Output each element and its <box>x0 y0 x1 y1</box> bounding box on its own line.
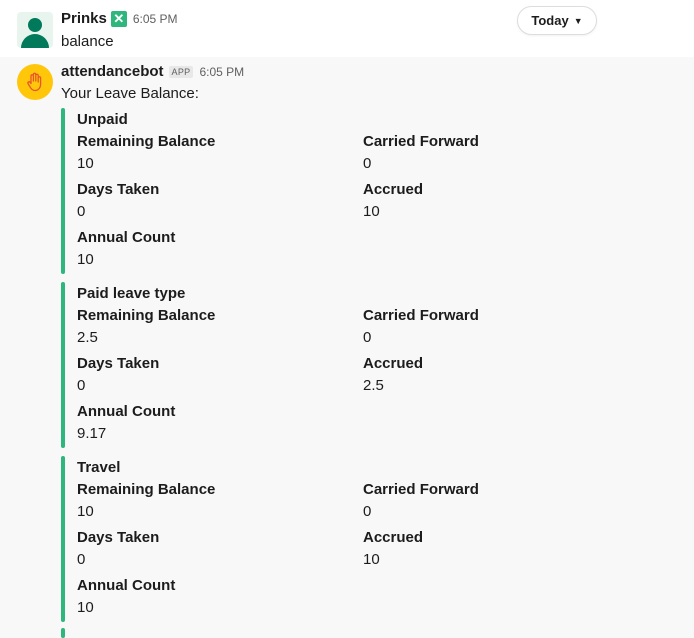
carried-forward-label: Carried Forward <box>363 133 479 150</box>
date-label: Today <box>531 13 569 28</box>
remaining-balance-value: 10 <box>77 155 94 172</box>
carried-forward-label: Carried Forward <box>363 307 479 324</box>
leave-block-paid: Paid leave type Remaining Balance 2.5 Ca… <box>61 282 661 448</box>
user-avatar[interactable] <box>17 12 53 48</box>
accrued-label: Accrued <box>363 355 424 372</box>
sender-name[interactable]: Prinks <box>61 10 107 27</box>
attachment-bar <box>61 456 65 622</box>
accrued-value: 10 <box>363 551 380 568</box>
accrued-value: 10 <box>363 203 380 220</box>
accrued-label: Accrued <box>363 529 424 546</box>
carried-forward-value: 0 <box>363 155 372 172</box>
days-taken-value: 0 <box>77 203 86 220</box>
remaining-balance-value: 2.5 <box>77 329 98 346</box>
carried-forward-label: Carried Forward <box>363 481 479 498</box>
accrued-value: 2.5 <box>363 377 384 394</box>
message-timestamp[interactable]: 6:05 PM <box>133 12 178 26</box>
leave-type-title: Unpaid <box>77 111 128 128</box>
date-divider-button[interactable]: Today ▼ <box>517 6 597 35</box>
accrued-label: Accrued <box>363 181 424 198</box>
remaining-balance-label: Remaining Balance <box>77 133 216 150</box>
annual-count-value: 9.17 <box>77 425 107 442</box>
days-taken-label: Days Taken <box>77 529 160 546</box>
leave-type-title: Paid leave type <box>77 285 186 302</box>
days-taken-label: Days Taken <box>77 181 160 198</box>
remaining-balance-label: Remaining Balance <box>77 481 216 498</box>
annual-count-value: 10 <box>77 251 94 268</box>
user-message-header: Prinks ✕ 6:05 PM <box>61 10 178 27</box>
chevron-down-icon: ▼ <box>573 15 583 26</box>
days-taken-value: 0 <box>77 377 86 394</box>
verified-check-icon: ✕ <box>110 10 127 27</box>
leave-type-title: Travel <box>77 459 121 476</box>
app-badge: APP <box>168 65 194 78</box>
raised-hand-icon <box>27 72 42 92</box>
leave-block-unpaid: Unpaid Remaining Balance 10 Carried Forw… <box>61 108 661 274</box>
leave-block-travel: Travel Remaining Balance 10 Carried Forw… <box>61 456 661 622</box>
bot-name[interactable]: attendancebot <box>61 63 164 80</box>
carried-forward-value: 0 <box>363 329 372 346</box>
remaining-balance-label: Remaining Balance <box>77 307 216 324</box>
annual-count-value: 10 <box>77 599 94 616</box>
carried-forward-value: 0 <box>363 503 372 520</box>
user-message-text: balance <box>61 33 114 50</box>
attachment-bar <box>61 108 65 274</box>
bot-intro-text: Your Leave Balance: <box>61 85 199 102</box>
annual-count-label: Annual Count <box>77 577 176 594</box>
bot-avatar[interactable] <box>17 64 53 100</box>
attachment-bar <box>61 282 65 448</box>
days-taken-label: Days Taken <box>77 355 160 372</box>
bot-message-timestamp[interactable]: 6:05 PM <box>199 65 244 79</box>
annual-count-label: Annual Count <box>77 403 176 420</box>
annual-count-label: Annual Count <box>77 229 176 246</box>
days-taken-value: 0 <box>77 551 86 568</box>
user-message: Prinks ✕ 6:05 PM balance Today ▼ <box>0 0 694 57</box>
attachment-bar-next <box>61 628 65 638</box>
remaining-balance-value: 10 <box>77 503 94 520</box>
bot-message-header: attendancebot APP 6:05 PM <box>61 63 244 80</box>
